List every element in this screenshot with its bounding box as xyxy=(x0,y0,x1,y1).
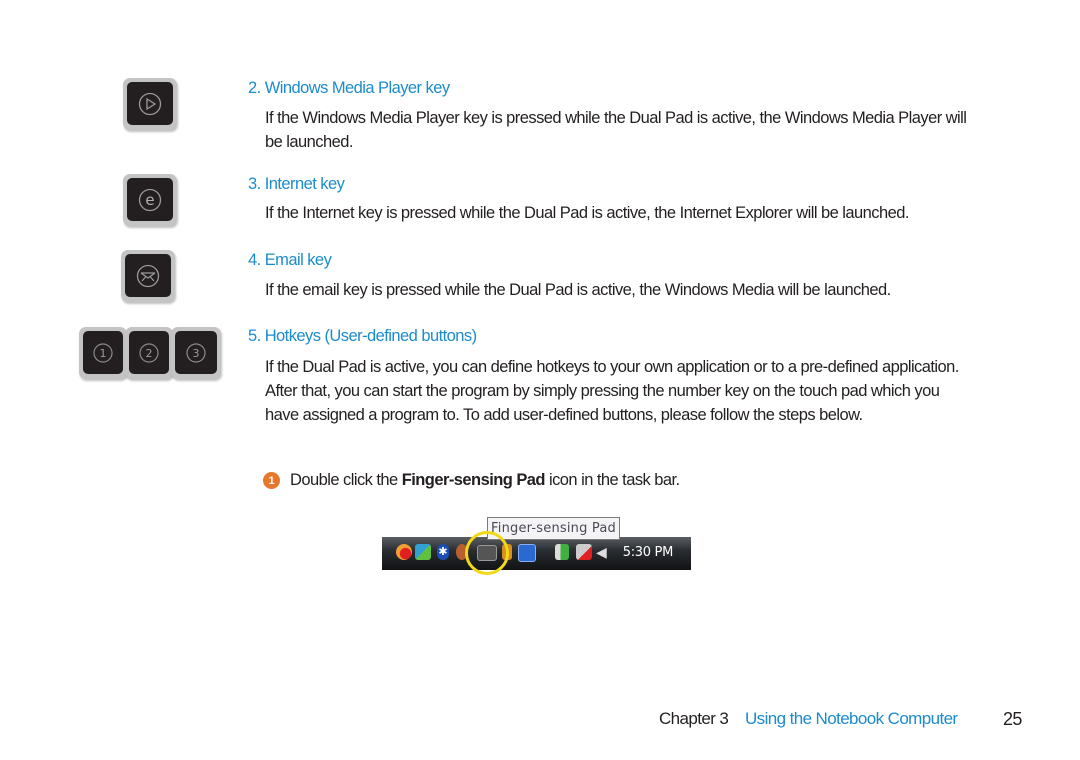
heading-internet-key: 3. Internet key xyxy=(248,175,345,193)
number-3-icon: 3 xyxy=(186,342,206,363)
paragraph-windows-media-player-key: If the Windows Media Player key is press… xyxy=(265,109,967,151)
email-icon xyxy=(136,264,160,287)
internet-explorer-icon: e xyxy=(138,188,162,211)
step-text-bold: Finger-sensing Pad xyxy=(401,471,546,489)
number-1-icon: 1 xyxy=(93,342,113,363)
paragraph-internet-key: If the Internet key is pressed while the… xyxy=(265,204,909,222)
heading-email-key: 4. Email key xyxy=(248,251,332,269)
step-number-badge: 1 xyxy=(263,472,280,489)
step-text-before: Double click the xyxy=(290,471,402,489)
hotkey-2: 2 xyxy=(125,327,173,379)
footer-chapter-title: Using the Notebook Computer xyxy=(745,709,958,728)
hotkey-3: 3 xyxy=(171,327,221,379)
play-icon xyxy=(138,92,162,115)
svg-text:2: 2 xyxy=(146,347,153,360)
network-center-icon xyxy=(415,544,431,560)
svg-text:3: 3 xyxy=(193,347,200,360)
monitor-tray-icon xyxy=(518,544,536,562)
security-alert-icon xyxy=(396,544,412,560)
email-key xyxy=(121,250,175,302)
bluetooth-icon: ✱ xyxy=(437,544,449,560)
paragraph-email-key: If the email key is pressed while the Du… xyxy=(265,281,891,299)
heading-windows-media-player-key: 2. Windows Media Player key xyxy=(248,79,450,97)
highlight-circle xyxy=(465,531,509,575)
page-number: 25 xyxy=(1003,709,1022,729)
power-icon xyxy=(555,544,569,560)
tooltip-finger-sensing-pad: Finger-sensing Pad xyxy=(487,517,620,540)
svg-text:1: 1 xyxy=(100,347,107,360)
heading-hotkeys: 5. Hotkeys (User-defined buttons) xyxy=(248,327,477,345)
svg-text:e: e xyxy=(145,191,154,209)
network-disconnected-icon xyxy=(576,544,592,560)
internet-key: e xyxy=(123,174,177,226)
taskbar-screenshot: ✱ ◀ 5:30 PM xyxy=(382,537,691,570)
footer-chapter: Chapter 3 xyxy=(659,709,729,728)
step-text-after: icon in the task bar. xyxy=(544,471,680,489)
clock: 5:30 PM xyxy=(622,545,674,560)
volume-icon: ◀ xyxy=(596,544,607,560)
step-1: 1 Double click the Finger-sensing Pad ic… xyxy=(263,471,680,490)
number-2-icon: 2 xyxy=(139,342,159,363)
paragraph-hotkeys: If the Dual Pad is active, you can defin… xyxy=(265,358,959,424)
hotkey-1: 1 xyxy=(79,327,127,379)
windows-media-player-key xyxy=(123,78,177,130)
